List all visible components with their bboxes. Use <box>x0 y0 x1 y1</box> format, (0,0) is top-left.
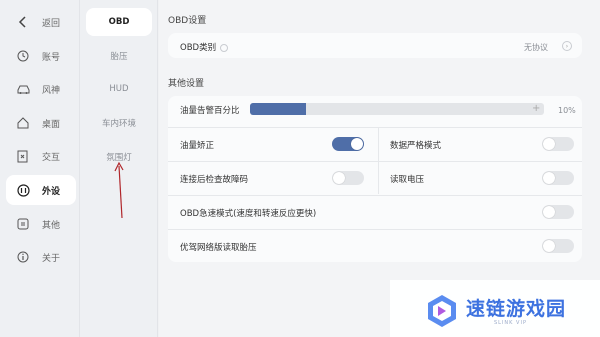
interaction-icon <box>16 149 30 163</box>
nav-item-desktop[interactable]: 桌面 <box>6 108 76 138</box>
read-voltage-toggle[interactable] <box>542 171 574 185</box>
annotation-arrow <box>114 161 124 219</box>
other-icon <box>16 217 30 231</box>
main-nav: 返回 账号 风神 桌面 交互 外设 其他 关于 <box>0 0 80 337</box>
nav-label-about: 关于 <box>42 253 61 264</box>
chevron-left-icon <box>16 15 30 29</box>
nav-item-fengshen[interactable]: 风神 <box>6 74 76 104</box>
tab-hud[interactable]: HUD <box>86 75 152 103</box>
toggle-knob <box>543 172 555 184</box>
nav-label-desktop: 桌面 <box>42 119 61 130</box>
fast-mode-label: OBD急速模式(速度和转速反应更快) <box>180 209 317 219</box>
fault-code-toggle[interactable] <box>332 171 364 185</box>
help-icon <box>220 43 229 52</box>
nav-label-interaction: 交互 <box>42 152 61 163</box>
nav-item-account[interactable]: 账号 <box>6 41 76 71</box>
tab-cabin-environment[interactable]: 车内环境 <box>86 109 152 137</box>
back-button[interactable]: 返回 <box>6 7 76 37</box>
tab-obd[interactable]: OBD <box>86 8 152 36</box>
fuel-alert-slider[interactable] <box>250 103 544 115</box>
toggle-knob <box>351 138 363 150</box>
fuel-alert-value: 10% <box>558 106 576 115</box>
info-icon <box>16 250 30 264</box>
car-icon <box>16 82 30 96</box>
fuel-alert-slider-fill <box>250 103 306 115</box>
fast-mode-toggle[interactable] <box>542 205 574 219</box>
toggle-knob <box>543 240 555 252</box>
toggle-knob <box>543 138 555 150</box>
peripheral-icon <box>16 183 30 197</box>
tab-tire-pressure[interactable]: 胎压 <box>86 42 152 70</box>
read-voltage-label: 读取电压 <box>390 175 425 185</box>
strict-mode-toggle[interactable] <box>542 137 574 151</box>
chevron-right-icon[interactable]: › <box>562 41 572 51</box>
obd-type-label-text: OBD类别 <box>180 43 217 53</box>
nav-label-fengshen: 风神 <box>42 85 61 96</box>
strict-mode-label: 数据严格模式 <box>390 141 442 151</box>
home-icon <box>16 116 30 130</box>
nav-label-account: 账号 <box>42 52 61 63</box>
account-icon <box>16 49 30 63</box>
priority-tire-label: 优驾网络版读取胎压 <box>180 243 257 253</box>
fuel-correct-label: 油量矫正 <box>180 141 215 151</box>
divider <box>168 161 582 162</box>
fuel-correct-toggle[interactable] <box>332 137 364 151</box>
back-label: 返回 <box>42 18 61 29</box>
fuel-alert-label: 油量告警百分比 <box>180 106 240 116</box>
divider <box>168 229 582 230</box>
divider <box>168 195 582 196</box>
toggle-knob <box>543 206 555 218</box>
obd-type-label: OBD类别 <box>180 41 229 53</box>
nav-item-other[interactable]: 其他 <box>6 209 76 239</box>
obd-type-value: 无协议 <box>524 43 548 52</box>
nav-item-interaction[interactable]: 交互 <box>6 141 76 171</box>
fault-code-label: 连接后检查故障码 <box>180 175 249 185</box>
toggle-knob <box>333 172 345 184</box>
watermark-logo-icon <box>428 295 456 327</box>
watermark-sub: SLINK VIP <box>494 320 527 326</box>
divider <box>168 127 582 128</box>
watermark-name: 速链游戏园 <box>466 298 567 320</box>
nav-label-peripheral: 外设 <box>42 186 61 197</box>
plus-icon[interactable]: + <box>532 103 540 114</box>
obd-section-title: OBD设置 <box>168 16 207 26</box>
nav-item-about[interactable]: 关于 <box>6 242 76 272</box>
other-section-title: 其他设置 <box>168 79 205 89</box>
nav-item-peripheral[interactable]: 外设 <box>6 175 76 205</box>
priority-tire-toggle[interactable] <box>542 239 574 253</box>
obd-type-row[interactable] <box>168 33 582 58</box>
nav-label-other: 其他 <box>42 220 61 231</box>
